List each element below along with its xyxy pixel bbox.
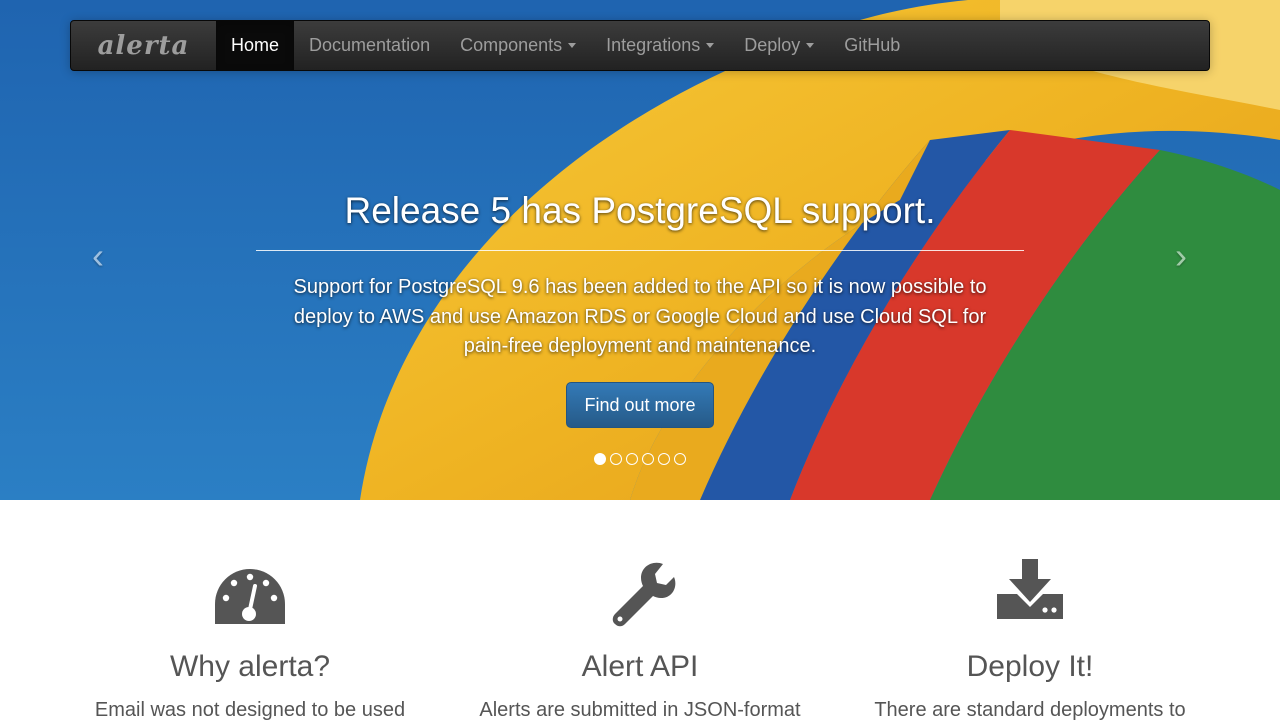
carousel-heading: Release 5 has PostgreSQL support. — [256, 190, 1024, 251]
nav-home[interactable]: Home — [216, 21, 295, 70]
feature-title: Deploy It! — [966, 650, 1094, 683]
nav-deploy-label: Deploy — [744, 35, 801, 55]
caret-down-icon — [568, 43, 577, 48]
carousel-indicator-3[interactable] — [626, 453, 638, 465]
carousel-indicator-1[interactable] — [594, 453, 606, 465]
caret-down-icon — [806, 43, 815, 48]
nav-home-label: Home — [231, 35, 280, 55]
caret-down-icon — [706, 43, 715, 48]
nav-components-label: Components — [460, 35, 563, 55]
carousel-indicator-2[interactable] — [610, 453, 622, 465]
brand-logo[interactable]: alerta — [71, 21, 216, 70]
nav-integrations-dropdown[interactable]: Integrations — [591, 21, 729, 70]
carousel-next-control[interactable]: › — [1161, 236, 1201, 276]
chevron-left-icon: ‹ — [92, 235, 104, 276]
navbar: alerta Home Documentation Components Int… — [70, 20, 1210, 71]
feature-alert-api: Alert API Alerts are submitted in JSON-f… — [460, 556, 820, 720]
carousel-prev-control[interactable]: ‹ — [78, 236, 118, 276]
feature-text: Alerts are submitted in JSON-format — [479, 699, 801, 720]
download-icon — [850, 556, 1210, 630]
feature-deploy-it: Deploy It! There are standard deployment… — [850, 556, 1210, 720]
carousel-caption: Release 5 has PostgreSQL support. Suppor… — [256, 190, 1024, 428]
dashboard-icon — [70, 556, 430, 630]
nav-integrations-label: Integrations — [606, 35, 701, 55]
carousel-indicator-6[interactable] — [674, 453, 686, 465]
feature-title: Why alerta? — [169, 650, 331, 683]
find-out-more-button[interactable]: Find out more — [566, 381, 714, 428]
feature-title: Alert API — [581, 650, 699, 683]
carousel-indicator-5[interactable] — [658, 453, 670, 465]
nav-components-dropdown[interactable]: Components — [445, 21, 591, 70]
feature-text: Email was not designed to be used — [94, 699, 406, 720]
wrench-icon — [460, 556, 820, 630]
nav-documentation-label: Documentation — [309, 35, 431, 55]
carousel-indicator-4[interactable] — [642, 453, 654, 465]
hero-carousel: Release 5 has PostgreSQL support. Suppor… — [0, 0, 1280, 500]
feature-text: There are standard deployments to — [874, 699, 1186, 720]
feature-why-alerta: Why alerta? Email was not designed to be… — [70, 556, 430, 720]
nav-github-label: GitHub — [844, 35, 901, 55]
nav-documentation[interactable]: Documentation — [294, 21, 445, 70]
nav-github[interactable]: GitHub — [829, 21, 915, 70]
carousel-indicators — [594, 453, 686, 465]
nav-deploy-dropdown[interactable]: Deploy — [729, 21, 829, 70]
carousel-text: Support for PostgreSQL 9.6 has been adde… — [293, 276, 987, 357]
chevron-right-icon: › — [1175, 235, 1187, 276]
